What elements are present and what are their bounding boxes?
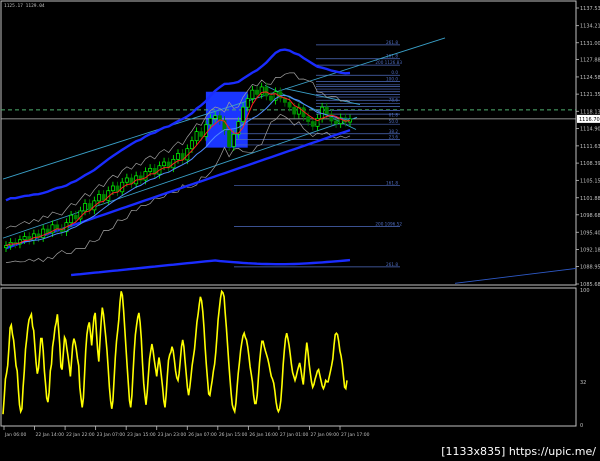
fib-label: 100.0 (386, 77, 398, 82)
candle-body (269, 95, 273, 101)
middle-envelope (5, 128, 351, 250)
candle-body (255, 89, 259, 95)
candle-body (189, 140, 194, 150)
time-tick-label: 27 Jan 01:00 (280, 432, 309, 438)
ma-fast-line (5, 91, 351, 247)
price-axis: 1137.53 1134.21 1131.00 1127.88 1124.58 1121.… (576, 6, 600, 288)
upper-envelope (5, 48, 351, 202)
candle-body (83, 203, 87, 212)
upper-trendline (2, 37, 446, 180)
fib-label: 38.2 (389, 129, 399, 134)
price-tick-label: 1092.18 (580, 247, 600, 253)
bottom-right-trendline (454, 268, 577, 284)
price-tick-label: 1105.15 (580, 178, 600, 184)
price-tick-label: 1118.13 (580, 109, 600, 115)
main-plot: 261.8 161.8 200 1126.83 0.0 100.0 78.6 61.8 50.… (1, 37, 577, 284)
candle-body (97, 194, 101, 202)
candle-body (143, 171, 148, 181)
candle-body (324, 106, 329, 115)
price-tick-label: 1131.00 (580, 41, 600, 47)
ma-slow-line (5, 94, 351, 247)
candle-body (162, 161, 167, 167)
price-tick-label: 1114.90 (580, 126, 600, 132)
candle-body (148, 168, 153, 172)
fib-label: 61.8 (389, 112, 399, 117)
time-tick-label: 26 Jan 16:00 (249, 432, 278, 438)
oscillator-tick-label: 100 (580, 288, 590, 294)
fib-label: 0.0 (391, 70, 398, 75)
trading-chart: 1125.17 1129.04 261.8 161.8 200 1126.83 0.0… (0, 0, 600, 438)
header-text: 1125.17 1129.04 (4, 3, 45, 9)
candle-body (227, 130, 232, 147)
time-tick-label: Jan 06:00 (4, 432, 26, 438)
candle-body (292, 106, 297, 115)
oscillator-line (2, 289, 348, 415)
price-tick-label: 1137.53 (580, 6, 600, 12)
time-tick-label: 23 Jan 15:00 (127, 432, 156, 438)
time-tick-label: 23 Jan 07:00 (97, 432, 126, 438)
candle-body (208, 117, 213, 126)
price-tick-label: 1098.68 (580, 213, 600, 219)
time-tick-label: 22 Jan 14:00 (36, 432, 65, 438)
fib-label: 78.6 (389, 97, 399, 102)
time-tick-label: 26 Jan 15:00 (219, 432, 248, 438)
oscillator-tick-label: 0 (580, 423, 583, 429)
candle-body (110, 185, 115, 192)
candle-body (334, 120, 339, 125)
candle-body (213, 115, 218, 119)
candle-body (250, 89, 255, 100)
time-tick-label: 27 Jan 09:00 (310, 432, 339, 438)
candle-body (22, 236, 27, 241)
price-tick-label: 1095.40 (580, 230, 600, 236)
oscillator-tick-label: 32 (580, 380, 586, 386)
price-tick-label: 1111.63 (580, 144, 600, 150)
fib-label: 161.8 (386, 180, 398, 185)
fib-label: 200 1126.83 (375, 60, 402, 65)
candle-body (199, 131, 204, 137)
fib-label: 200 1096.52 (375, 221, 402, 226)
candle-body (231, 133, 236, 147)
lower-envelope (70, 258, 351, 277)
price-tick-label: 1134.21 (580, 24, 600, 30)
candle-body (55, 224, 60, 229)
price-tick-label: 1088.95 (580, 265, 600, 271)
fib-label: 261.8 (386, 40, 398, 45)
time-tick-label: 22 Jan 22:00 (66, 432, 95, 438)
candle-body (310, 121, 315, 127)
candle-body (41, 228, 46, 238)
price-tick-label: 1085.68 (580, 282, 600, 288)
time-axis: Jan 06:00 22 Jan 14:00 22 Jan 22:00 23 Jan … (3, 426, 370, 438)
price-tick-label: 1127.88 (580, 57, 600, 63)
oscillator-panel-frame (0, 287, 577, 427)
candle-body (245, 98, 250, 108)
candle-body (73, 214, 78, 220)
candle-body (176, 153, 180, 160)
candle-body (101, 194, 106, 201)
fib-label: 261.8 (386, 262, 398, 267)
candle-body (194, 131, 199, 142)
price-tick-label: 1124.58 (580, 75, 600, 81)
lower-trendline (2, 116, 358, 239)
time-tick-label: 27 Jan 17:00 (341, 432, 370, 438)
main-panel-frame (0, 0, 577, 286)
candle-body (306, 116, 311, 122)
candle-body (124, 177, 129, 183)
candle-body (69, 214, 74, 224)
candle-body (287, 102, 292, 108)
oscillator-plot: 100 32 0 (2, 288, 590, 429)
price-tick-label: 1121.35 (580, 92, 600, 98)
watermark: [1133x835] https://upic.me/ (441, 445, 596, 458)
time-tick-label: 23 Jan 23:00 (158, 432, 187, 438)
price-tick-label: 1101.88 (580, 196, 600, 202)
candle-body (241, 106, 246, 122)
fib-label: 23.6 (389, 135, 399, 140)
price-label: 1116.70 (579, 117, 600, 123)
time-tick-label: 26 Jan 07:00 (188, 432, 217, 438)
fib-label: 50.0 (389, 119, 399, 124)
price-tick-label: 1108.39 (580, 161, 600, 167)
candle-body (87, 203, 92, 211)
channel-line (284, 88, 361, 105)
candle-body (4, 245, 8, 249)
